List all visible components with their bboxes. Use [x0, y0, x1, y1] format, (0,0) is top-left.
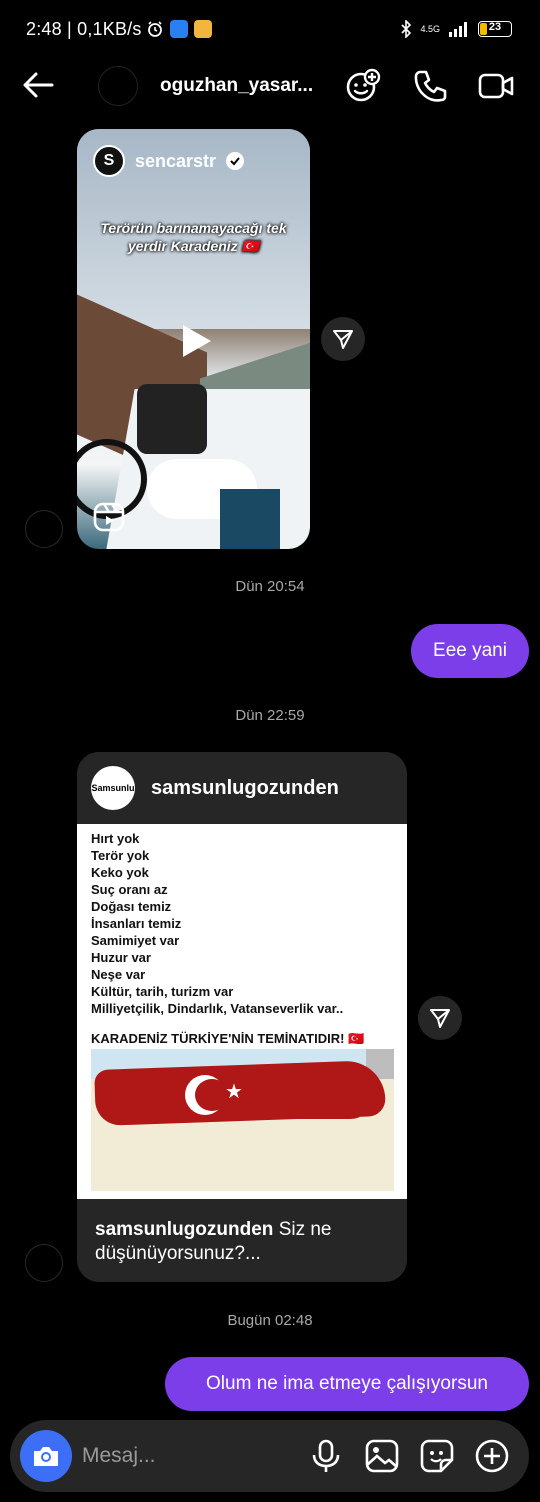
outgoing-message[interactable]: Olum ne ima etmeye çalışıyorsun	[165, 1357, 529, 1411]
message-timestamp: Dün 22:59	[235, 707, 305, 724]
play-icon[interactable]	[175, 321, 215, 361]
message-input[interactable]: Mesaj...	[82, 1444, 156, 1468]
status-right-icons: 4.5G 23	[400, 20, 512, 38]
status-bar: 2:48 | 0,1KB/s 4.5G 23	[0, 0, 540, 60]
alarm-icon	[148, 21, 162, 37]
sticker-icon[interactable]	[419, 1438, 455, 1474]
signal-icon	[449, 22, 467, 37]
network-type: 4.5G	[420, 24, 440, 34]
post-author-avatar: Samsunlu	[91, 766, 135, 810]
shared-reel[interactable]: S sencarstr Terörün barınamayacağı tek y…	[77, 129, 310, 549]
chat-header: oguzhan_yasar...	[0, 60, 540, 112]
gallery-icon[interactable]	[364, 1438, 400, 1474]
battery-icon: 23	[478, 21, 512, 37]
contact-avatar[interactable]	[98, 66, 138, 106]
battery-level: 23	[488, 21, 502, 33]
outgoing-message[interactable]: Eee yani	[411, 624, 529, 678]
microphone-icon[interactable]	[308, 1438, 344, 1474]
reels-icon	[93, 502, 125, 532]
reel-author-avatar: S	[93, 145, 125, 177]
send-icon	[430, 1009, 450, 1028]
status-time: 2:48 | 0,1KB/s	[26, 19, 142, 39]
reel-author[interactable]: S sencarstr	[93, 145, 245, 177]
post-header[interactable]: Samsunlu samsunlugozunden	[77, 752, 407, 824]
sender-avatar[interactable]	[25, 1244, 63, 1282]
share-reel-button[interactable]	[321, 317, 365, 361]
verified-badge-icon	[226, 152, 245, 170]
sender-avatar[interactable]	[25, 510, 63, 548]
post-username: samsunlugozunden	[151, 777, 339, 799]
map-image: ★	[91, 1049, 394, 1191]
voice-call-icon[interactable]	[412, 68, 448, 104]
shared-post[interactable]: Samsunlu samsunlugozunden Hırt yok Terör…	[77, 752, 407, 1282]
send-icon	[333, 330, 353, 349]
reel-caption: Terörün barınamayacağı tek yerdir Karade…	[100, 220, 287, 254]
status-left-icons	[146, 20, 212, 38]
back-arrow-icon[interactable]	[20, 70, 56, 100]
post-headline: KARADENİZ TÜRKİYE'NİN TEMİNATIDIR! 🇹🇷	[91, 1031, 365, 1046]
video-call-icon[interactable]	[478, 68, 514, 104]
post-image: Hırt yok Terör yok Keko yok Suç oranı az…	[77, 824, 407, 1199]
bluetooth-icon	[401, 20, 412, 38]
reel-username: sencarstr	[135, 150, 217, 171]
camera-button[interactable]	[20, 1430, 72, 1482]
share-post-button[interactable]	[418, 996, 462, 1040]
message-timestamp: Dün 20:54	[235, 578, 305, 595]
app-notification-icon-2	[194, 20, 212, 38]
add-effect-icon[interactable]	[345, 68, 381, 104]
message-composer: Mesaj...	[10, 1420, 529, 1492]
post-caption: samsunlugozunden Siz ne düşünüyorsunuz?.…	[95, 1219, 332, 1264]
app-notification-icon	[170, 20, 188, 38]
camera-icon	[34, 1447, 58, 1466]
contact-username[interactable]: oguzhan_yasar...	[160, 75, 313, 97]
add-icon[interactable]	[474, 1438, 510, 1474]
message-timestamp: Bugün 02:48	[227, 1312, 313, 1329]
post-text-lines: Hırt yok Terör yok Keko yok Suç oranı az…	[91, 831, 344, 1016]
